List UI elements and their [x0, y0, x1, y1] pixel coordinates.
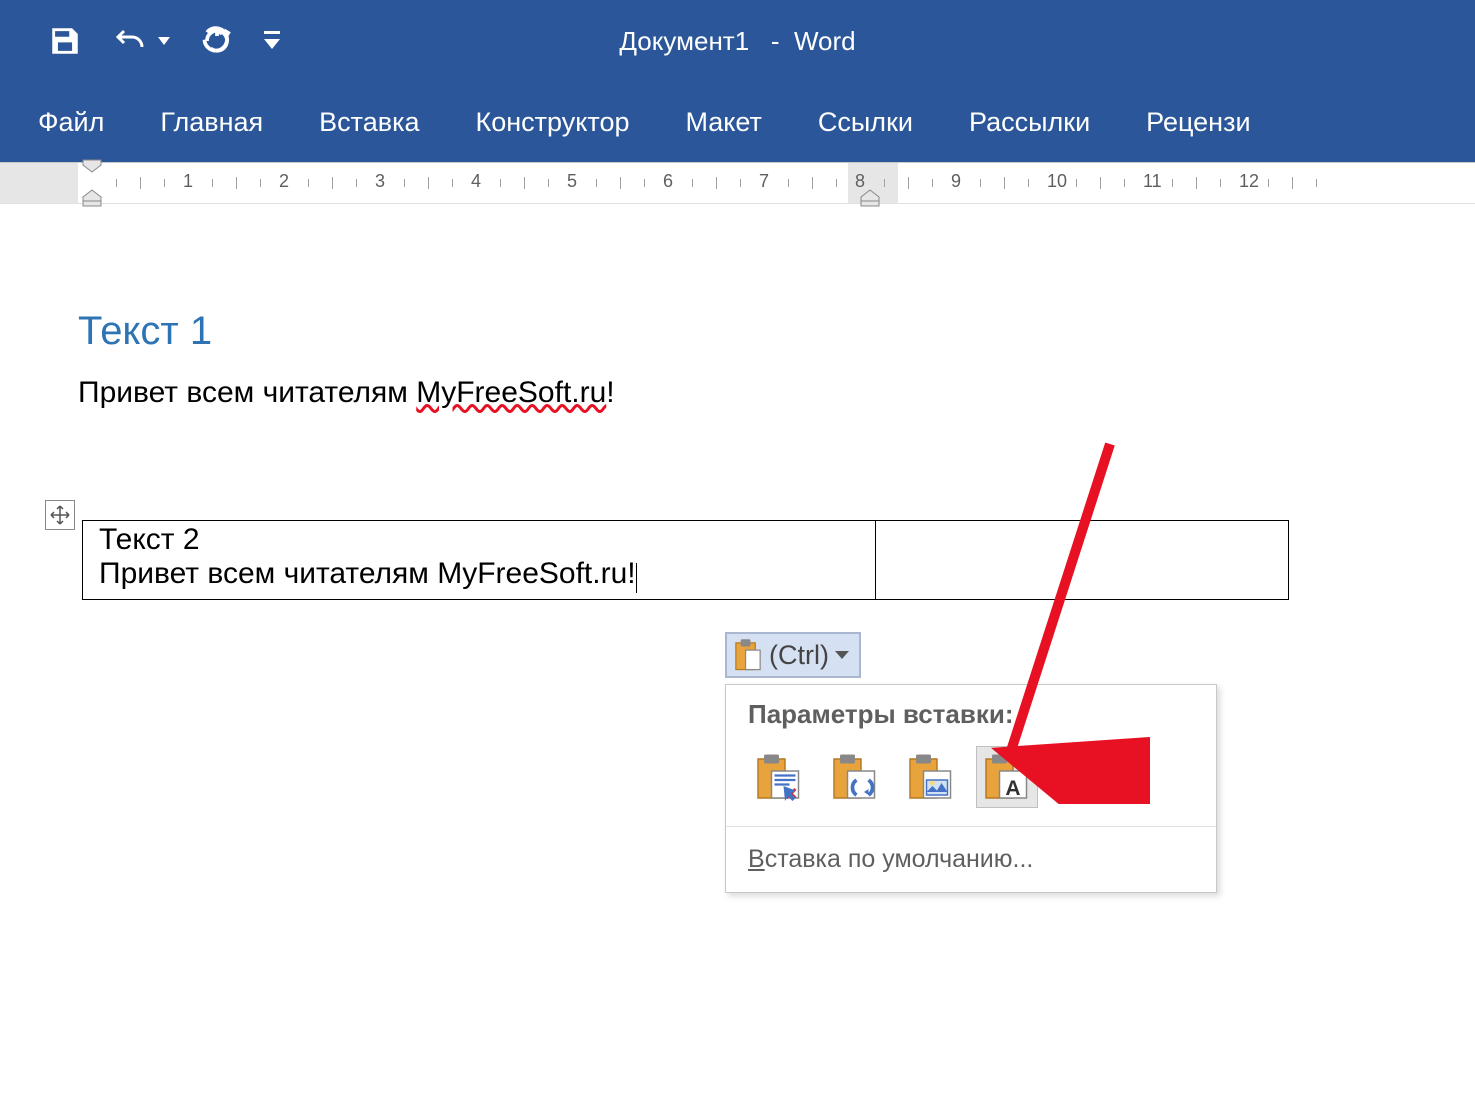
right-indent-marker[interactable]	[860, 189, 880, 207]
paste-picture[interactable]	[900, 746, 962, 808]
tab-review[interactable]: Рецензи	[1144, 103, 1252, 142]
customize-qat-button[interactable]	[264, 31, 280, 51]
tab-references[interactable]: Ссылки	[816, 103, 915, 142]
paste-button-label: (Ctrl)	[769, 640, 829, 671]
paste-merge-formatting[interactable]	[824, 746, 886, 808]
paste-picture-icon	[908, 753, 954, 801]
redo-icon	[200, 26, 234, 56]
paragraph-text-post: !	[606, 376, 614, 409]
tab-design[interactable]: Конструктор	[474, 103, 632, 142]
paste-text-only[interactable]: A	[976, 746, 1038, 808]
customize-icon	[264, 31, 280, 51]
paste-options-row: A	[726, 740, 1216, 826]
paste-options-button[interactable]: (Ctrl)	[725, 632, 861, 678]
tab-mailings[interactable]: Рассылки	[967, 103, 1092, 142]
save-button[interactable]	[48, 24, 82, 58]
tab-insert[interactable]: Вставка	[317, 103, 421, 142]
paragraph-text[interactable]: Привет всем читателям MyFreeSoft.ru!	[78, 376, 615, 410]
document-table[interactable]: Текст 2 Привет всем читателям MyFreeSoft…	[82, 520, 1289, 600]
table-row[interactable]: Текст 2 Привет всем читателям MyFreeSoft…	[83, 521, 1289, 600]
spellcheck-word[interactable]: MyFreeSoft.ru	[416, 376, 606, 409]
table-cell-2[interactable]	[876, 521, 1289, 600]
paste-options-menu: Параметры вставки:	[725, 684, 1217, 893]
svg-text:A: A	[1005, 777, 1020, 800]
undo-button[interactable]	[112, 26, 170, 56]
paste-keep-source-formatting[interactable]	[748, 746, 810, 808]
dropdown-icon	[835, 651, 849, 659]
table-cell-heading: Текст 2	[99, 523, 859, 557]
ribbon-tabs: Файл Главная Вставка Конструктор Макет С…	[0, 82, 1475, 162]
paragraph-text-pre: Привет всем читателям	[78, 376, 416, 409]
horizontal-ruler[interactable]: 123456789101112	[0, 162, 1475, 204]
tab-home[interactable]: Главная	[158, 103, 265, 142]
ruler-ticks: 123456789101112	[0, 163, 1475, 203]
heading-text[interactable]: Текст 1	[78, 309, 212, 354]
table-cell-paragraph: Привет всем читателям MyFreeSoft.ru!	[99, 557, 859, 591]
redo-button[interactable]	[200, 26, 234, 56]
text-cursor	[636, 563, 637, 593]
tab-file[interactable]: Файл	[36, 103, 106, 142]
paste-set-default[interactable]: Вставка по умолчанию...	[726, 826, 1216, 892]
dropdown-icon	[158, 37, 170, 45]
save-icon	[48, 24, 82, 58]
paste-text-only-icon: A	[984, 753, 1030, 801]
table-move-handle[interactable]	[45, 500, 75, 530]
quick-access-toolbar	[0, 24, 280, 58]
paste-menu-header: Параметры вставки:	[726, 685, 1216, 740]
clipboard-icon	[733, 638, 763, 672]
paste-merge-icon	[832, 753, 878, 801]
move-icon	[50, 505, 70, 525]
table-cell-1[interactable]: Текст 2 Привет всем читателям MyFreeSoft…	[83, 521, 876, 600]
title-bar: Документ1 - Word	[0, 0, 1475, 82]
undo-icon	[112, 26, 152, 56]
hanging-indent-marker[interactable]	[82, 189, 102, 207]
tab-layout[interactable]: Макет	[683, 103, 763, 142]
paste-keep-source-icon	[756, 753, 802, 801]
first-line-indent-marker[interactable]	[82, 159, 102, 173]
